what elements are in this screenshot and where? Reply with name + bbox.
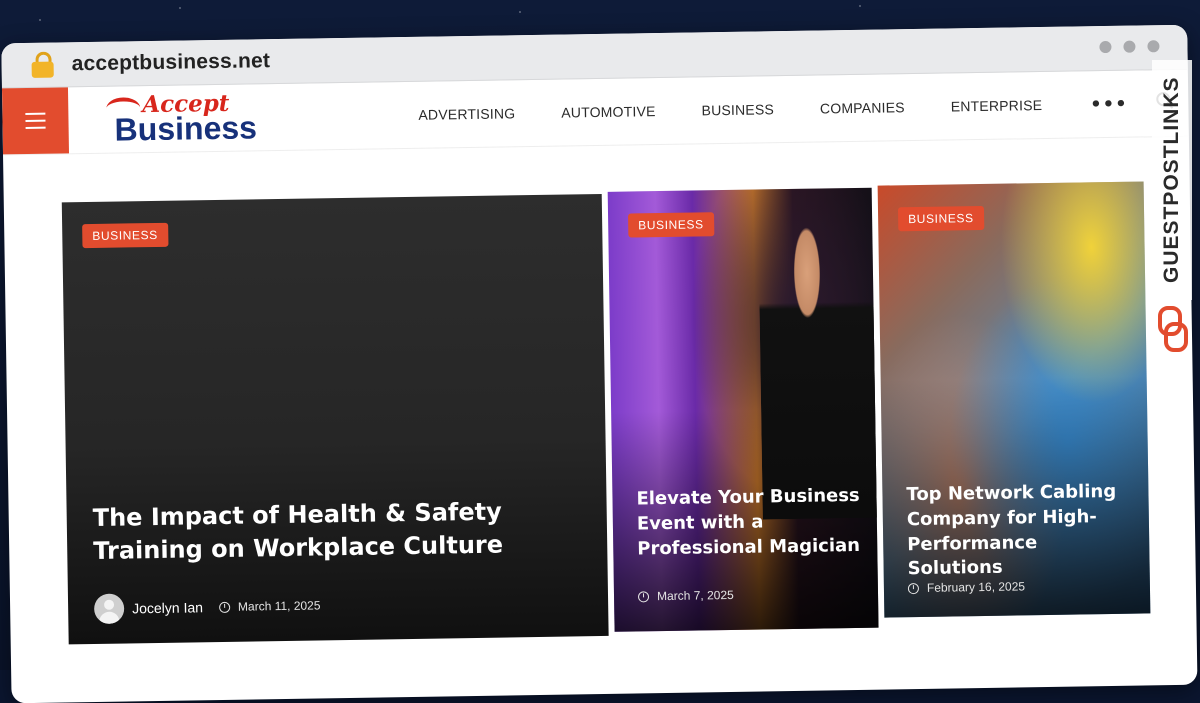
post-date: March 11, 2025 <box>237 598 321 614</box>
author-name[interactable]: Jocelyn Ian <box>132 599 203 616</box>
lock-icon <box>31 51 54 78</box>
post-title[interactable]: Top Network Cabling Company for High-Per… <box>906 480 1138 583</box>
post-date: March 7, 2025 <box>656 587 734 604</box>
site-logo[interactable]: Accept Business <box>106 87 307 150</box>
hamburger-line <box>25 119 46 122</box>
category-badge[interactable]: BUSINESS <box>628 212 714 238</box>
clock-icon <box>907 582 920 594</box>
clock-icon <box>637 590 650 602</box>
featured-posts: BUSINESS The Impact of Health & Safety T… <box>3 135 1196 645</box>
author-avatar[interactable] <box>93 593 125 624</box>
nav-item-enterprise[interactable]: ENTERPRISE <box>951 97 1043 114</box>
more-menu-button[interactable]: ••• <box>1090 93 1128 115</box>
browser-window: acceptbusiness.net Accept Business ADVER… <box>1 24 1198 703</box>
url-text[interactable]: acceptbusiness.net <box>71 49 270 76</box>
window-controls <box>1099 40 1160 54</box>
window-dot-icon[interactable] <box>1123 40 1136 53</box>
post-meta: March 7, 2025 <box>637 587 734 604</box>
post-date: February 16, 2025 <box>926 579 1026 595</box>
post-card[interactable]: BUSINESS Elevate Your Business Event wit… <box>607 187 879 632</box>
clock-icon <box>218 601 231 613</box>
hamburger-line <box>25 126 46 129</box>
post-meta: Jocelyn Ian March 11, 2025 <box>93 590 321 624</box>
post-meta: February 16, 2025 <box>907 579 1026 595</box>
watermark: GUESTPOSTLINKS <box>1152 60 1192 360</box>
logo-business-text: Business <box>114 109 258 148</box>
post-card-featured[interactable]: BUSINESS The Impact of Health & Safety T… <box>61 193 609 645</box>
post-title[interactable]: Elevate Your Business Event with a Profe… <box>636 484 867 562</box>
nav-item-companies[interactable]: COMPANIES <box>820 99 905 116</box>
screenshot-frame: acceptbusiness.net Accept Business ADVER… <box>0 0 1200 703</box>
main-nav: ADVERTISING AUTOMOTIVE BUSINESS COMPANIE… <box>418 96 1088 123</box>
hamburger-menu-button[interactable] <box>1 87 70 155</box>
post-title[interactable]: The Impact of Health & Safety Training o… <box>92 494 593 568</box>
window-dot-icon[interactable] <box>1099 40 1112 54</box>
magician-image <box>758 217 879 520</box>
nav-item-business[interactable]: BUSINESS <box>701 101 774 118</box>
hamburger-line <box>25 112 46 115</box>
nav-item-advertising[interactable]: ADVERTISING <box>418 105 515 123</box>
nav-item-automotive[interactable]: AUTOMOTIVE <box>561 103 656 120</box>
watermark-text: GUESTPOSTLINKS <box>1152 60 1192 300</box>
category-badge[interactable]: BUSINESS <box>897 205 984 232</box>
post-card[interactable]: BUSINESS Top Network Cabling Company for… <box>877 181 1151 618</box>
chain-link-icon <box>1158 306 1188 352</box>
category-badge[interactable]: BUSINESS <box>82 222 168 249</box>
window-dot-icon[interactable] <box>1147 40 1160 53</box>
